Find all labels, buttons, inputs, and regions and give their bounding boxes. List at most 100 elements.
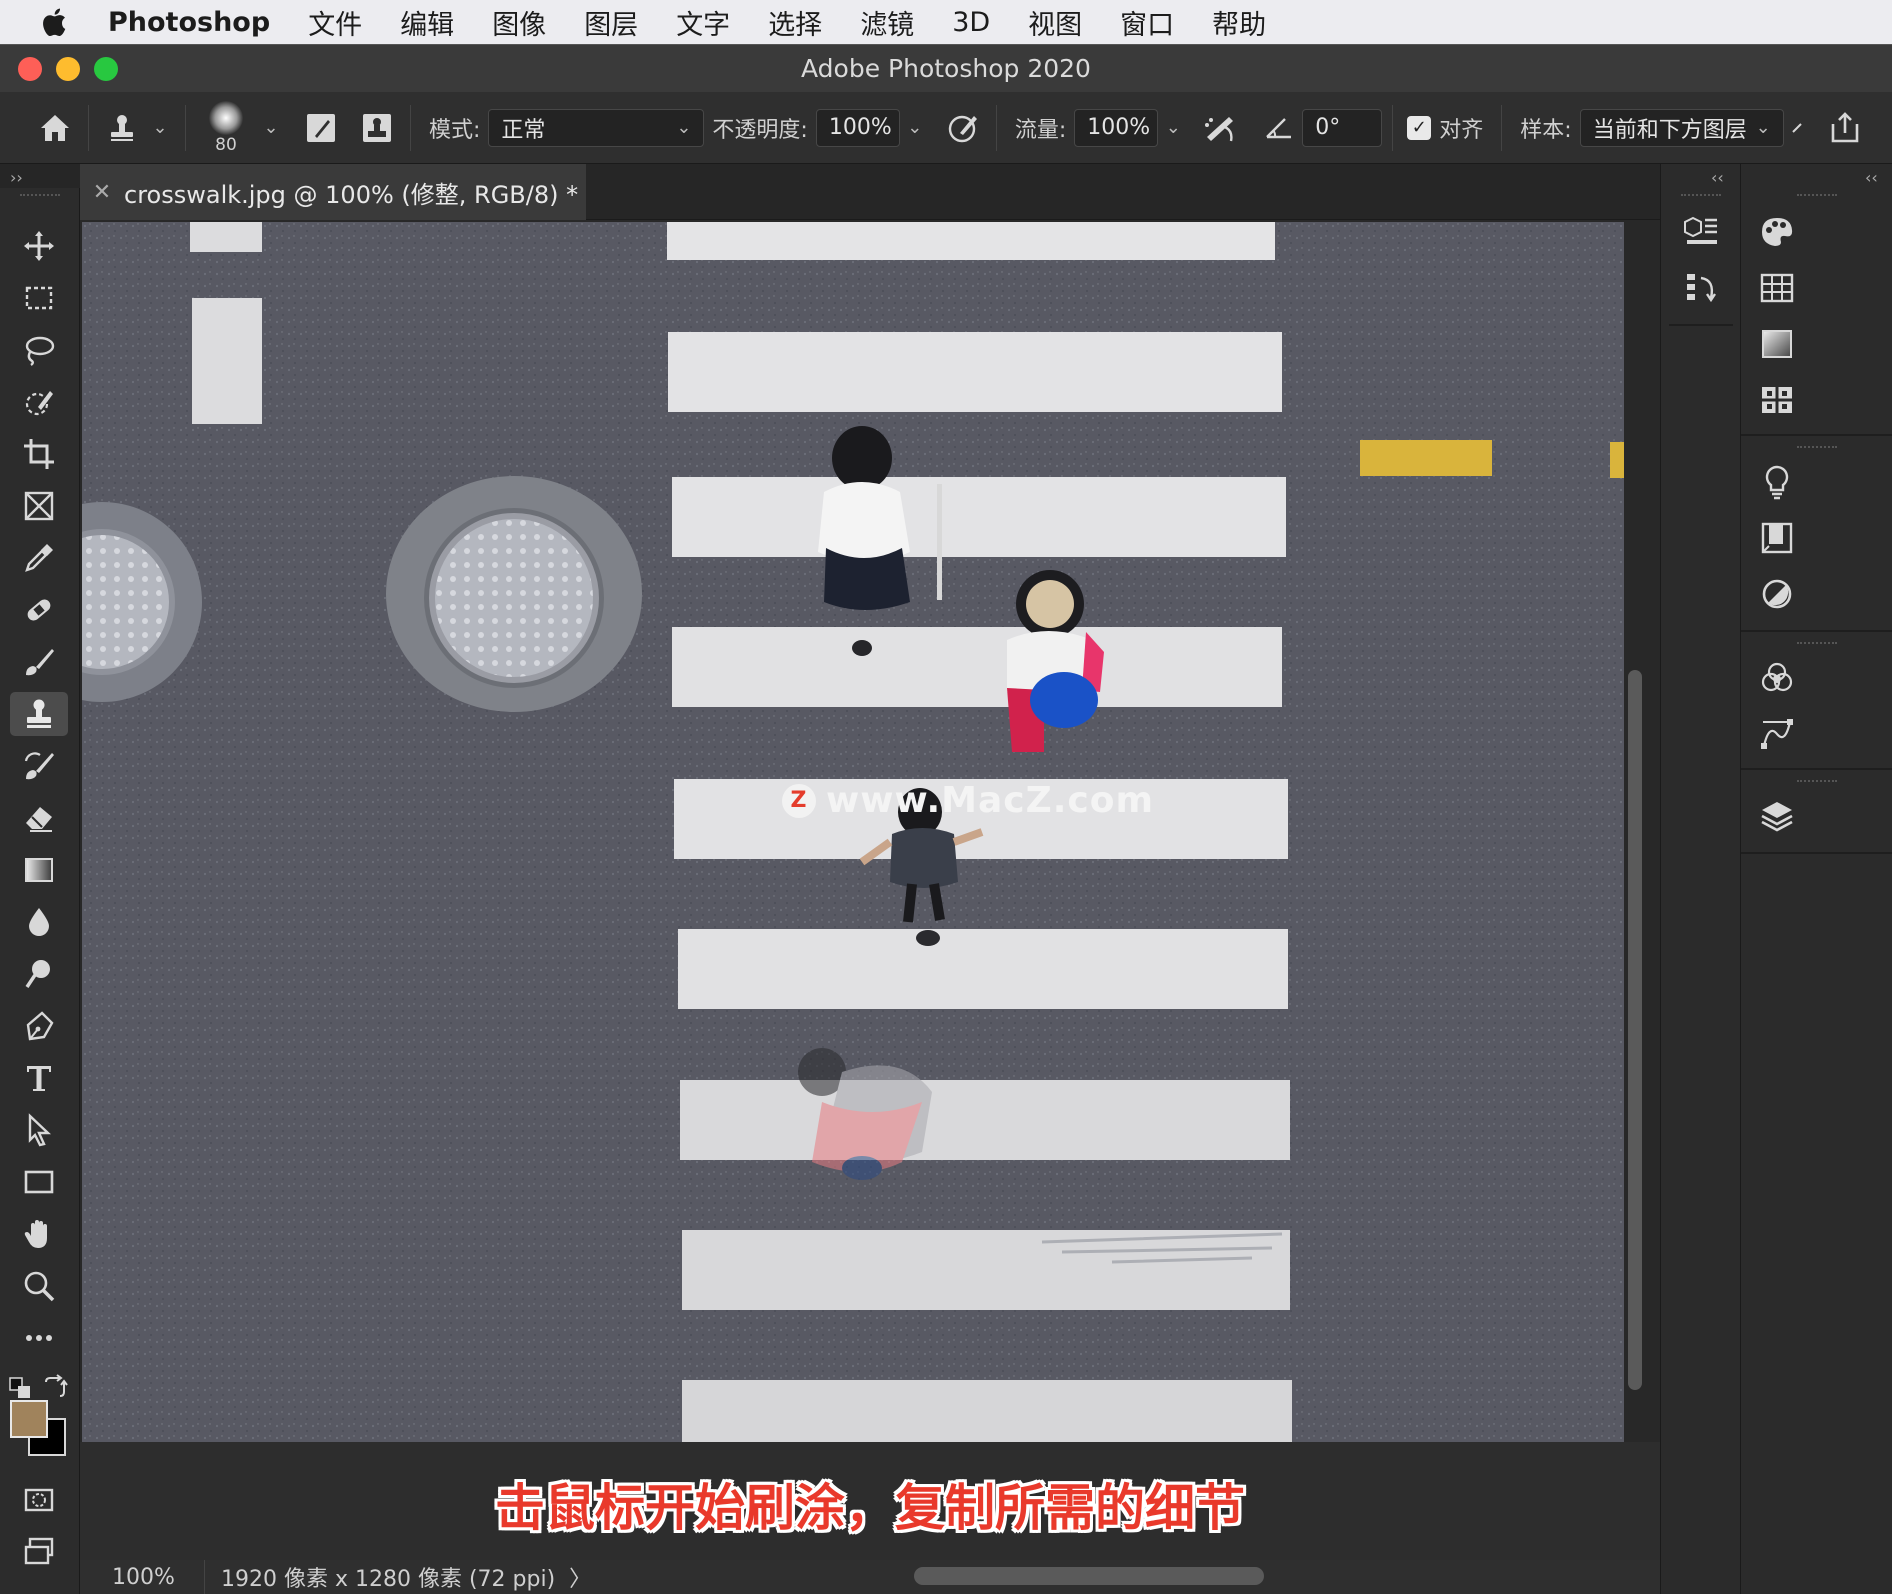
swap-colors-icon[interactable] — [42, 1374, 68, 1400]
options-divider — [1501, 104, 1503, 151]
menu-app-photoshop[interactable]: Photoshop — [82, 7, 289, 38]
opacity-input[interactable]: 100% — [815, 108, 900, 147]
tool-preset-stamp-icon[interactable] — [99, 105, 145, 151]
dodge-tool-icon[interactable] — [10, 952, 68, 996]
quick-select-tool-icon[interactable] — [10, 380, 68, 424]
eyedropper-tool-icon[interactable] — [10, 536, 68, 580]
airbrush-icon[interactable] — [1198, 105, 1244, 151]
close-tab-icon[interactable]: ✕ — [80, 180, 124, 205]
apple-menu-icon[interactable] — [26, 0, 82, 44]
ignore-adjustment-layers-icon[interactable] — [1784, 105, 1810, 151]
quick-mask-icon[interactable] — [10, 1478, 68, 1522]
libraries-panel-icon[interactable] — [1755, 516, 1799, 560]
window-title-bar: Adobe Photoshop 2020 — [0, 44, 1892, 92]
type-tool-icon[interactable] — [10, 1056, 68, 1100]
crop-tool-icon[interactable] — [10, 432, 68, 476]
gradients-panel-icon[interactable] — [1755, 322, 1799, 366]
sample-select[interactable]: 当前和下方图层 ⌄ — [1579, 108, 1784, 147]
opacity-dropdown-icon[interactable]: ⌄ — [900, 117, 930, 138]
brush-tool-icon[interactable] — [10, 640, 68, 684]
brush-settings-panel-icon[interactable] — [298, 105, 344, 151]
options-divider — [88, 104, 89, 151]
history-brush-tool-icon[interactable] — [10, 744, 68, 788]
collapse-dock-icon[interactable]: ‹‹ — [1865, 168, 1878, 187]
menu-select[interactable]: 选择 — [749, 3, 841, 42]
close-window-button[interactable] — [18, 57, 42, 81]
flow-dropdown-icon[interactable]: ⌄ — [1158, 117, 1188, 138]
menu-layer[interactable]: 图层 — [565, 3, 657, 42]
home-icon[interactable] — [32, 105, 78, 151]
sample-label: 样本: — [1520, 117, 1572, 143]
horizontal-scrollbar[interactable] — [914, 1567, 1264, 1585]
history-panel-icon[interactable] — [1679, 266, 1723, 310]
clone-stamp-tool-icon[interactable] — [10, 692, 68, 736]
layers-panel-icon[interactable] — [1755, 794, 1799, 838]
watermark-logo-icon: Z — [782, 783, 816, 818]
expand-toolbar-icon[interactable]: ›› — [10, 168, 23, 187]
aligned-checkbox[interactable]: ✓ — [1407, 115, 1432, 140]
pen-tool-icon[interactable] — [10, 1004, 68, 1048]
menu-image[interactable]: 图像 — [473, 3, 565, 42]
tool-preset-dropdown-icon[interactable]: ⌄ — [145, 117, 175, 138]
brush-preset-picker[interactable]: 80 — [196, 98, 256, 158]
vertical-scrollbar[interactable] — [1628, 670, 1642, 1390]
hand-tool-icon[interactable] — [10, 1212, 68, 1256]
angle-input[interactable]: 0° — [1302, 108, 1383, 147]
paths-panel-icon[interactable] — [1755, 712, 1799, 756]
lasso-tool-icon[interactable] — [10, 328, 68, 372]
document-tab-title: crosswalk.jpg @ 100% (修整, RGB/8) * — [124, 180, 579, 209]
document-info: 1920 像素 x 1280 像素 (72 ppi) 〉 — [204, 1560, 607, 1594]
brush-preset-dropdown-icon[interactable]: ⌄ — [256, 117, 286, 138]
foreground-color-swatch[interactable] — [10, 1400, 48, 1438]
gradient-tool-icon[interactable] — [10, 848, 68, 892]
rectangle-tool-icon[interactable] — [10, 1160, 68, 1204]
adjustments-panel-icon[interactable] — [1755, 572, 1799, 616]
menu-file[interactable]: 文件 — [289, 3, 381, 42]
video-subtitle: 击鼠标开始刷涂，复制所需的细节 — [495, 1479, 1245, 1537]
menu-window[interactable]: 窗口 — [1101, 3, 1193, 42]
3d-panel-icon[interactable] — [1679, 210, 1723, 254]
menu-filter[interactable]: 滤镜 — [841, 3, 933, 42]
frame-tool-icon[interactable] — [10, 484, 68, 528]
more-tools-icon[interactable] — [10, 1316, 68, 1360]
path-select-tool-icon[interactable] — [10, 1108, 68, 1152]
zoom-level[interactable]: 100% — [80, 1565, 180, 1590]
channels-panel-icon[interactable] — [1755, 656, 1799, 700]
watermark: Z www.MacZ.com — [782, 780, 1154, 821]
mode-select[interactable]: 正常 ⌄ — [488, 108, 705, 147]
chevron-down-icon: ⌄ — [1755, 117, 1771, 138]
menu-view[interactable]: 视图 — [1009, 3, 1101, 42]
zoom-tool-icon[interactable] — [10, 1264, 68, 1308]
learn-panel-icon[interactable] — [1755, 460, 1799, 504]
brush-tip-preview — [209, 100, 243, 135]
document-image-crosswalk[interactable]: Z www.MacZ.com — [82, 222, 1624, 1442]
panel-grip — [1797, 642, 1837, 648]
patterns-panel-icon[interactable] — [1755, 378, 1799, 422]
menu-help[interactable]: 帮助 — [1193, 3, 1285, 42]
healing-brush-tool-icon[interactable] — [10, 588, 68, 632]
flow-input[interactable]: 100% — [1074, 108, 1159, 147]
options-bar: ⌄ 80 ⌄ 模式: 正常 ⌄ 不透明度: 100% ⌄ 流量: 100% ⌄ … — [0, 92, 1892, 164]
default-colors-icon[interactable] — [8, 1376, 32, 1400]
menu-3d[interactable]: 3D — [933, 7, 1009, 38]
menu-edit[interactable]: 编辑 — [381, 3, 473, 42]
minimize-window-button[interactable] — [56, 57, 80, 81]
marquee-tool-icon[interactable] — [10, 276, 68, 320]
share-icon[interactable] — [1822, 105, 1868, 151]
collapse-dock-icon[interactable]: ‹‹ — [1711, 168, 1724, 187]
eraser-tool-icon[interactable] — [10, 796, 68, 840]
canvas-area[interactable]: Z www.MacZ.com 击鼠标开始刷涂，复制所需的细节 — [80, 220, 1660, 1560]
move-tool-icon[interactable] — [10, 224, 68, 268]
document-tab[interactable]: ✕ crosswalk.jpg @ 100% (修整, RGB/8) * — [80, 164, 586, 220]
clone-source-panel-icon[interactable] — [354, 105, 400, 151]
menu-type[interactable]: 文字 — [657, 3, 749, 42]
blur-tool-icon[interactable] — [10, 900, 68, 944]
status-menu-arrow-icon[interactable]: 〉 — [569, 1561, 591, 1593]
maximize-window-button[interactable] — [94, 57, 118, 81]
color-panel-icon[interactable] — [1755, 210, 1799, 254]
pressure-opacity-icon[interactable] — [940, 105, 986, 151]
dock-divider — [1741, 768, 1892, 770]
swatches-panel-icon[interactable] — [1755, 266, 1799, 310]
screen-mode-icon[interactable] — [10, 1530, 68, 1574]
flow-label: 流量: — [1014, 117, 1067, 143]
